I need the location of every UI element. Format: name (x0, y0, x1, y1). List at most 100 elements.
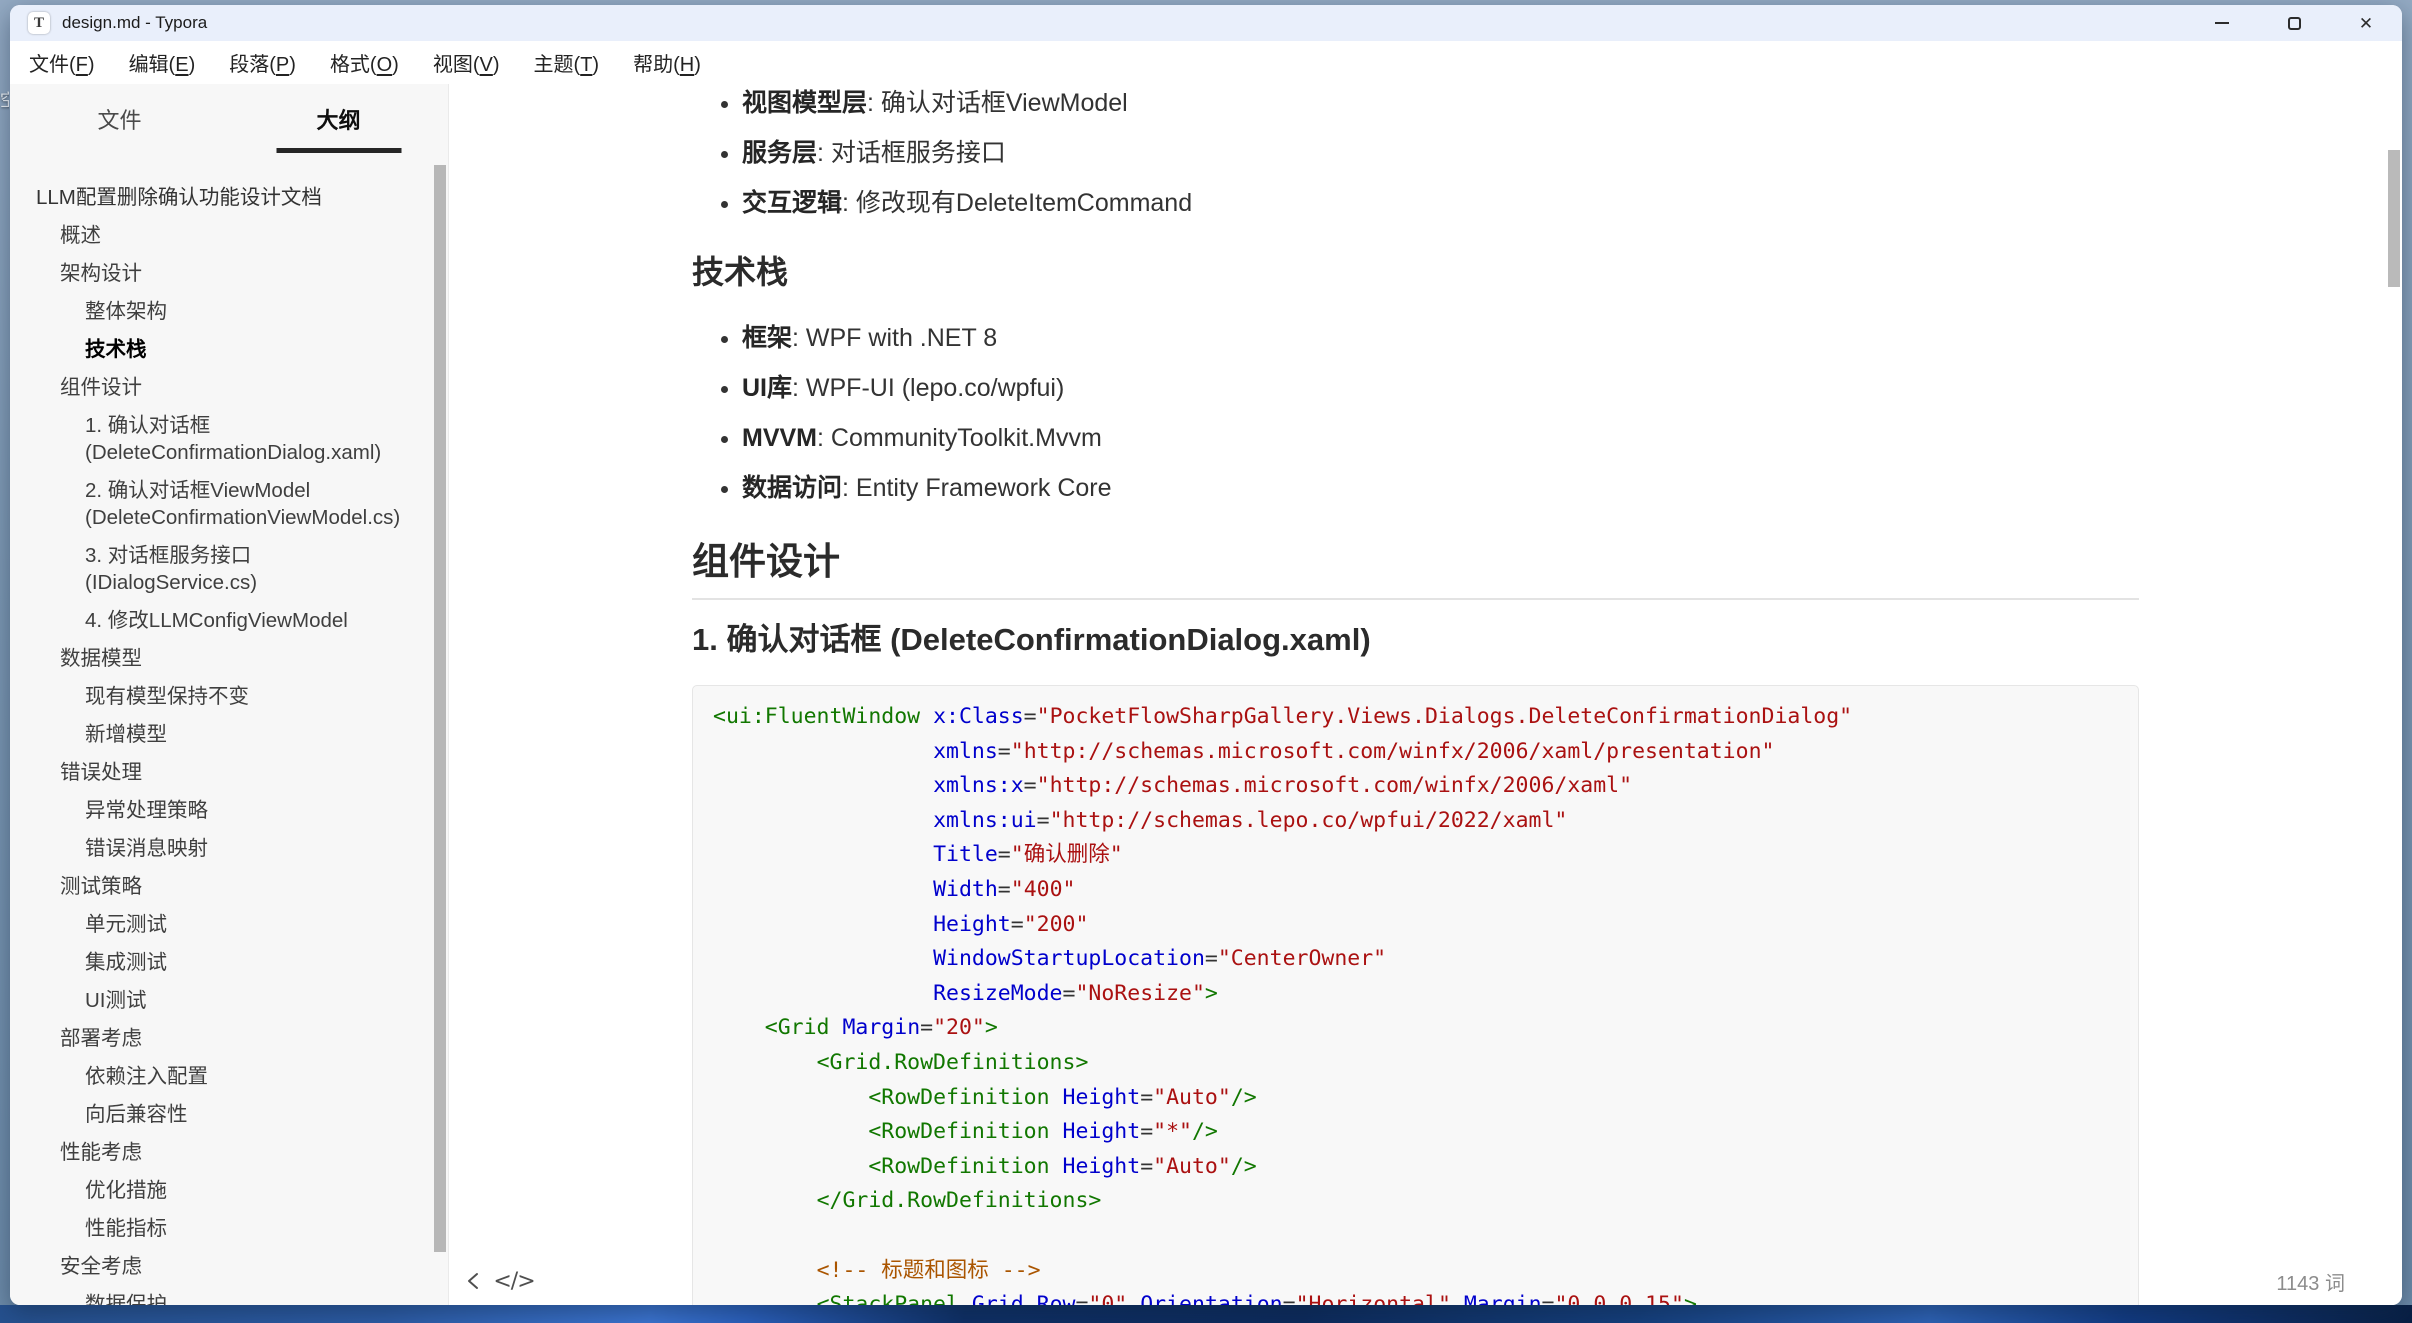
tab-files[interactable]: 文件 (10, 84, 229, 154)
code-line: xmlns="http://schemas.microsoft.com/winf… (713, 735, 2114, 770)
outline-item[interactable]: 优化措施 (10, 1177, 448, 1204)
menu-item-h[interactable]: 帮助(H) (624, 44, 710, 81)
maximize-button[interactable] (2258, 5, 2330, 41)
outline-item[interactable]: 错误消息映射 (10, 835, 448, 862)
bullet-item[interactable]: 交互逻辑: 修改现有DeleteItemCommand (742, 191, 2139, 216)
bullet-text: : CommunityToolkit.Mvvm (817, 424, 1102, 452)
outline-item[interactable]: 现有模型保持不变 (10, 683, 448, 710)
code-line: Title="确认删除" (713, 838, 2114, 873)
source-code-mode-button[interactable]: </> (497, 1266, 531, 1296)
tech-stack-bullet-list[interactable]: 框架: WPF with .NET 8 UI库: WPF-UI (lepo.co/… (692, 326, 2139, 526)
code-line: <Grid.RowDefinitions> (713, 1046, 2114, 1081)
window-controls: ✕ (2186, 5, 2402, 41)
menu-item-v[interactable]: 视图(V) (424, 44, 509, 81)
code-line: <RowDefinition Height="Auto"/> (713, 1150, 2114, 1185)
close-button[interactable]: ✕ (2330, 5, 2402, 41)
menu-item-o[interactable]: 格式(O) (321, 44, 408, 81)
outline-item[interactable]: 依赖注入配置 (10, 1063, 448, 1090)
bullet-item[interactable]: 数据访问: Entity Framework Core (742, 476, 2139, 501)
sidebar-tabs: 文件 大纲 (10, 84, 448, 154)
bullet-item[interactable]: 服务层: 对话框服务接口 (742, 141, 2139, 166)
outline-item[interactable]: 安全考虑 (10, 1253, 448, 1280)
heading-confirmation-dialog[interactable]: 1. 确认对话框 (DeleteConfirmationDialog.xaml) (692, 614, 1371, 659)
outline-item[interactable]: 异常处理策略 (10, 797, 448, 824)
content-scrollbar[interactable] (2388, 150, 2400, 287)
heading-tech-stack[interactable]: 技术栈 (692, 247, 788, 293)
bullet-text: : 对话框服务接口 (817, 139, 1006, 167)
outline-item[interactable]: 部署考虑 (10, 1025, 448, 1052)
bullet-item[interactable]: MVVM: CommunityToolkit.Mvvm (742, 426, 2139, 451)
outline-item[interactable]: 组件设计 (10, 374, 448, 401)
bullet-label: 服务层 (742, 139, 817, 167)
outline-item[interactable]: 4. 修改LLMConfigViewModel (10, 607, 448, 634)
bullet-item[interactable]: UI库: WPF-UI (lepo.co/wpfui) (742, 376, 2139, 401)
editor-area[interactable]: 视图模型层: 确认对话框ViewModel服务层: 对话框服务接口交互逻辑: 修… (449, 84, 2402, 1305)
outline-item[interactable]: 测试策略 (10, 873, 448, 900)
outline-item[interactable]: 单元测试 (10, 911, 448, 938)
menu-item-f[interactable]: 文件(F) (20, 44, 104, 81)
architecture-bullet-list[interactable]: 视图模型层: 确认对话框ViewModel服务层: 对话框服务接口交互逻辑: 修… (692, 91, 2139, 241)
menu-bar: 文件(F) 编辑(E) 段落(P) 格式(O) 视图(V) 主题(T) 帮助(H) (10, 41, 2402, 84)
menu-item-p[interactable]: 段落(P) (220, 44, 305, 81)
outline-item[interactable]: LLM配置删除确认功能设计文档 (10, 184, 448, 211)
code-line: <RowDefinition Height="*"/> (713, 1115, 2114, 1150)
bullet-label: UI库 (742, 374, 792, 402)
bullet-text: : 修改现有DeleteItemCommand (842, 189, 1192, 217)
code-line: xmlns:x="http://schemas.microsoft.com/wi… (713, 769, 2114, 804)
outline-item[interactable]: 整体架构 (10, 298, 448, 325)
desktop: 空 T design.md - Typora ✕ 文件(F) 编辑(E) 段落(P)… (0, 0, 2412, 1323)
code-line: <Grid Margin="20"> (713, 1011, 2114, 1046)
outline-item[interactable]: 概述 (10, 222, 448, 249)
outline-item[interactable]: 性能指标 (10, 1215, 448, 1242)
code-line: Width="400" (713, 873, 2114, 908)
heading-component-design[interactable]: 组件设计 (692, 531, 2139, 600)
desktop-icon-label: 空 (0, 86, 9, 111)
tab-outline[interactable]: 大纲 (229, 84, 448, 154)
window-title: design.md - Typora (62, 13, 207, 33)
bullet-label: MVVM (742, 424, 817, 452)
outline-item[interactable]: 技术栈 (10, 336, 448, 363)
bullet-text: : 确认对话框ViewModel (867, 89, 1128, 117)
bullet-label: 数据访问 (742, 474, 842, 502)
bullet-item[interactable]: 视图模型层: 确认对话框ViewModel (742, 91, 2139, 116)
chevron-left-icon (463, 1270, 485, 1292)
outline-item[interactable]: 数据模型 (10, 645, 448, 672)
bullet-label: 交互逻辑 (742, 189, 842, 217)
bullet-label: 视图模型层 (742, 89, 867, 117)
menu-item-t[interactable]: 主题(T) (525, 44, 609, 81)
outline-item[interactable]: 集成测试 (10, 949, 448, 976)
bullet-label: 框架 (742, 324, 792, 352)
code-content: <ui:FluentWindow x:Class="PocketFlowShar… (713, 700, 2114, 1305)
title-bar[interactable]: T design.md - Typora ✕ (10, 5, 2402, 41)
outline-item[interactable]: 架构设计 (10, 260, 448, 287)
outline-item[interactable]: 向后兼容性 (10, 1101, 448, 1128)
outline-item[interactable]: 3. 对话框服务接口 (IDialogService.cs) (10, 542, 448, 596)
code-line: <ui:FluentWindow x:Class="PocketFlowShar… (713, 700, 2114, 735)
sidebar-collapse-button[interactable] (457, 1266, 491, 1296)
code-line: <!-- 标题和图标 --> (713, 1254, 2114, 1289)
code-line: Height="200" (713, 908, 2114, 943)
typora-window: T design.md - Typora ✕ 文件(F) 编辑(E) 段落(P) 格式… (10, 5, 2402, 1305)
outline-item[interactable]: 性能考虑 (10, 1139, 448, 1166)
outline-item[interactable]: 数据保护 (10, 1291, 448, 1305)
menu-item-e[interactable]: 编辑(E) (120, 44, 205, 81)
word-count: 1143 词 (2276, 1267, 2345, 1296)
bullet-text: : WPF with .NET 8 (792, 324, 997, 352)
code-line: </Grid.RowDefinitions> (713, 1184, 2114, 1219)
active-tab-underline (276, 148, 401, 153)
outline-item[interactable]: 2. 确认对话框ViewModel (DeleteConfirmationVie… (10, 477, 448, 531)
sidebar: 文件 大纲 LLM配置删除确认功能设计文档概述架构设计整体架构技术栈组件设计 1.… (10, 84, 449, 1305)
outline-item[interactable]: 1. 确认对话框 (DeleteConfirmationDialog.xaml) (10, 412, 448, 466)
code-line: <StackPanel Grid.Row="0" Orientation="Ho… (713, 1288, 2114, 1305)
outline-item[interactable]: UI测试 (10, 987, 448, 1014)
sidebar-scrollbar[interactable] (434, 165, 446, 1252)
outline-item[interactable]: 错误处理 (10, 759, 448, 786)
outline-item[interactable]: 新增模型 (10, 721, 448, 748)
xaml-code-block[interactable]: <ui:FluentWindow x:Class="PocketFlowShar… (692, 685, 2139, 1305)
minimize-button[interactable] (2186, 5, 2258, 41)
minimize-icon (2215, 22, 2229, 24)
code-line: <RowDefinition Height="Auto"/> (713, 1081, 2114, 1116)
code-line: WindowStartupLocation="CenterOwner" (713, 942, 2114, 977)
bullet-item[interactable]: 框架: WPF with .NET 8 (742, 326, 2139, 351)
app-icon: T (28, 12, 50, 34)
